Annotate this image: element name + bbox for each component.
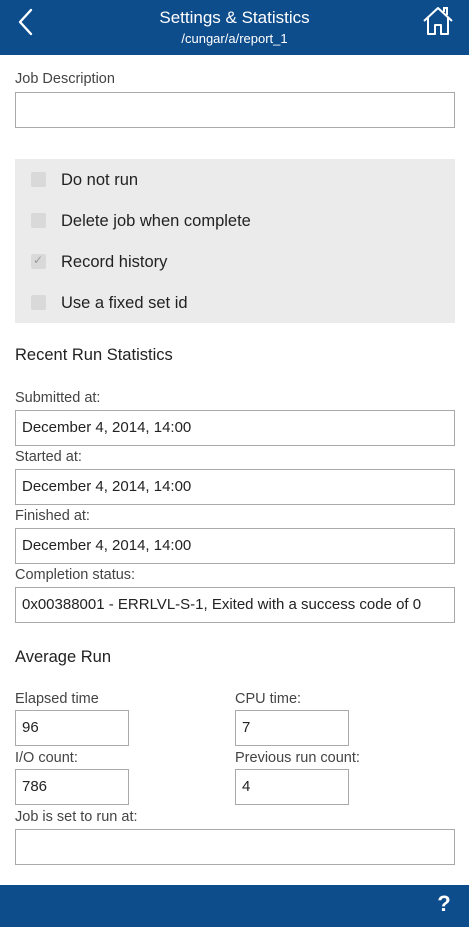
finished-label: Finished at: [15, 508, 90, 524]
average-run-heading: Average Run [15, 648, 112, 666]
option-do-not-run[interactable]: Do not run [29, 167, 439, 197]
run-at-label: Job is set to run at: [15, 809, 138, 825]
completion-status-label: Completion status: [15, 567, 136, 583]
app-header: Settings & Statistics /cungar/a/report_1 [0, 0, 469, 55]
page-title: Settings & Statistics [159, 8, 310, 27]
run-at-field [15, 829, 455, 865]
recent-stats-heading: Recent Run Statistics [15, 346, 173, 364]
option-label: Do not run [61, 171, 139, 189]
option-label: Delete job when complete [61, 212, 251, 230]
home-icon [423, 7, 453, 35]
submitted-label: Submitted at: [15, 390, 101, 406]
options-panel: Do not run Delete job when complete ✓ Re… [15, 159, 455, 323]
io-count-label: I/O count: [15, 750, 78, 766]
option-record-history[interactable]: ✓ Record history [29, 249, 439, 279]
elapsed-time-label: Elapsed time [15, 691, 99, 707]
job-description-input[interactable] [15, 92, 455, 128]
home-button[interactable] [421, 4, 455, 38]
previous-run-count-label: Previous run count: [235, 750, 360, 766]
completion-status-field: 0x00388001 - ERRLVL-S-1, Exited with a s… [15, 587, 455, 623]
cpu-time-label: CPU time: [235, 691, 302, 707]
option-delete-job[interactable]: Delete job when complete [29, 208, 439, 238]
option-label: Use a fixed set id [61, 294, 188, 312]
previous-run-count-field: 4 [235, 769, 349, 805]
option-fixed-set-id[interactable]: Use a fixed set id [29, 290, 439, 320]
cpu-time-field: 7 [235, 710, 349, 746]
app-footer: ? [0, 885, 469, 927]
io-count-field: 786 [15, 769, 129, 805]
page-subtitle: /cungar/a/report_1 [181, 31, 288, 46]
job-description-label: Job Description [15, 71, 115, 87]
submitted-field: December 4, 2014, 14:00 [15, 410, 455, 446]
started-field: December 4, 2014, 14:00 [15, 469, 455, 505]
checkmark-icon: ✓ [33, 253, 44, 267]
finished-field: December 4, 2014, 14:00 [15, 528, 455, 564]
option-label: Record history [61, 253, 168, 271]
started-label: Started at: [15, 449, 82, 465]
fixed-set-id-checkbox[interactable] [31, 295, 46, 310]
elapsed-time-field: 96 [15, 710, 129, 746]
do-not-run-checkbox[interactable] [31, 172, 46, 187]
delete-job-checkbox[interactable] [31, 213, 46, 228]
help-button[interactable]: ? [433, 891, 455, 919]
record-history-checkbox[interactable]: ✓ [31, 253, 46, 269]
